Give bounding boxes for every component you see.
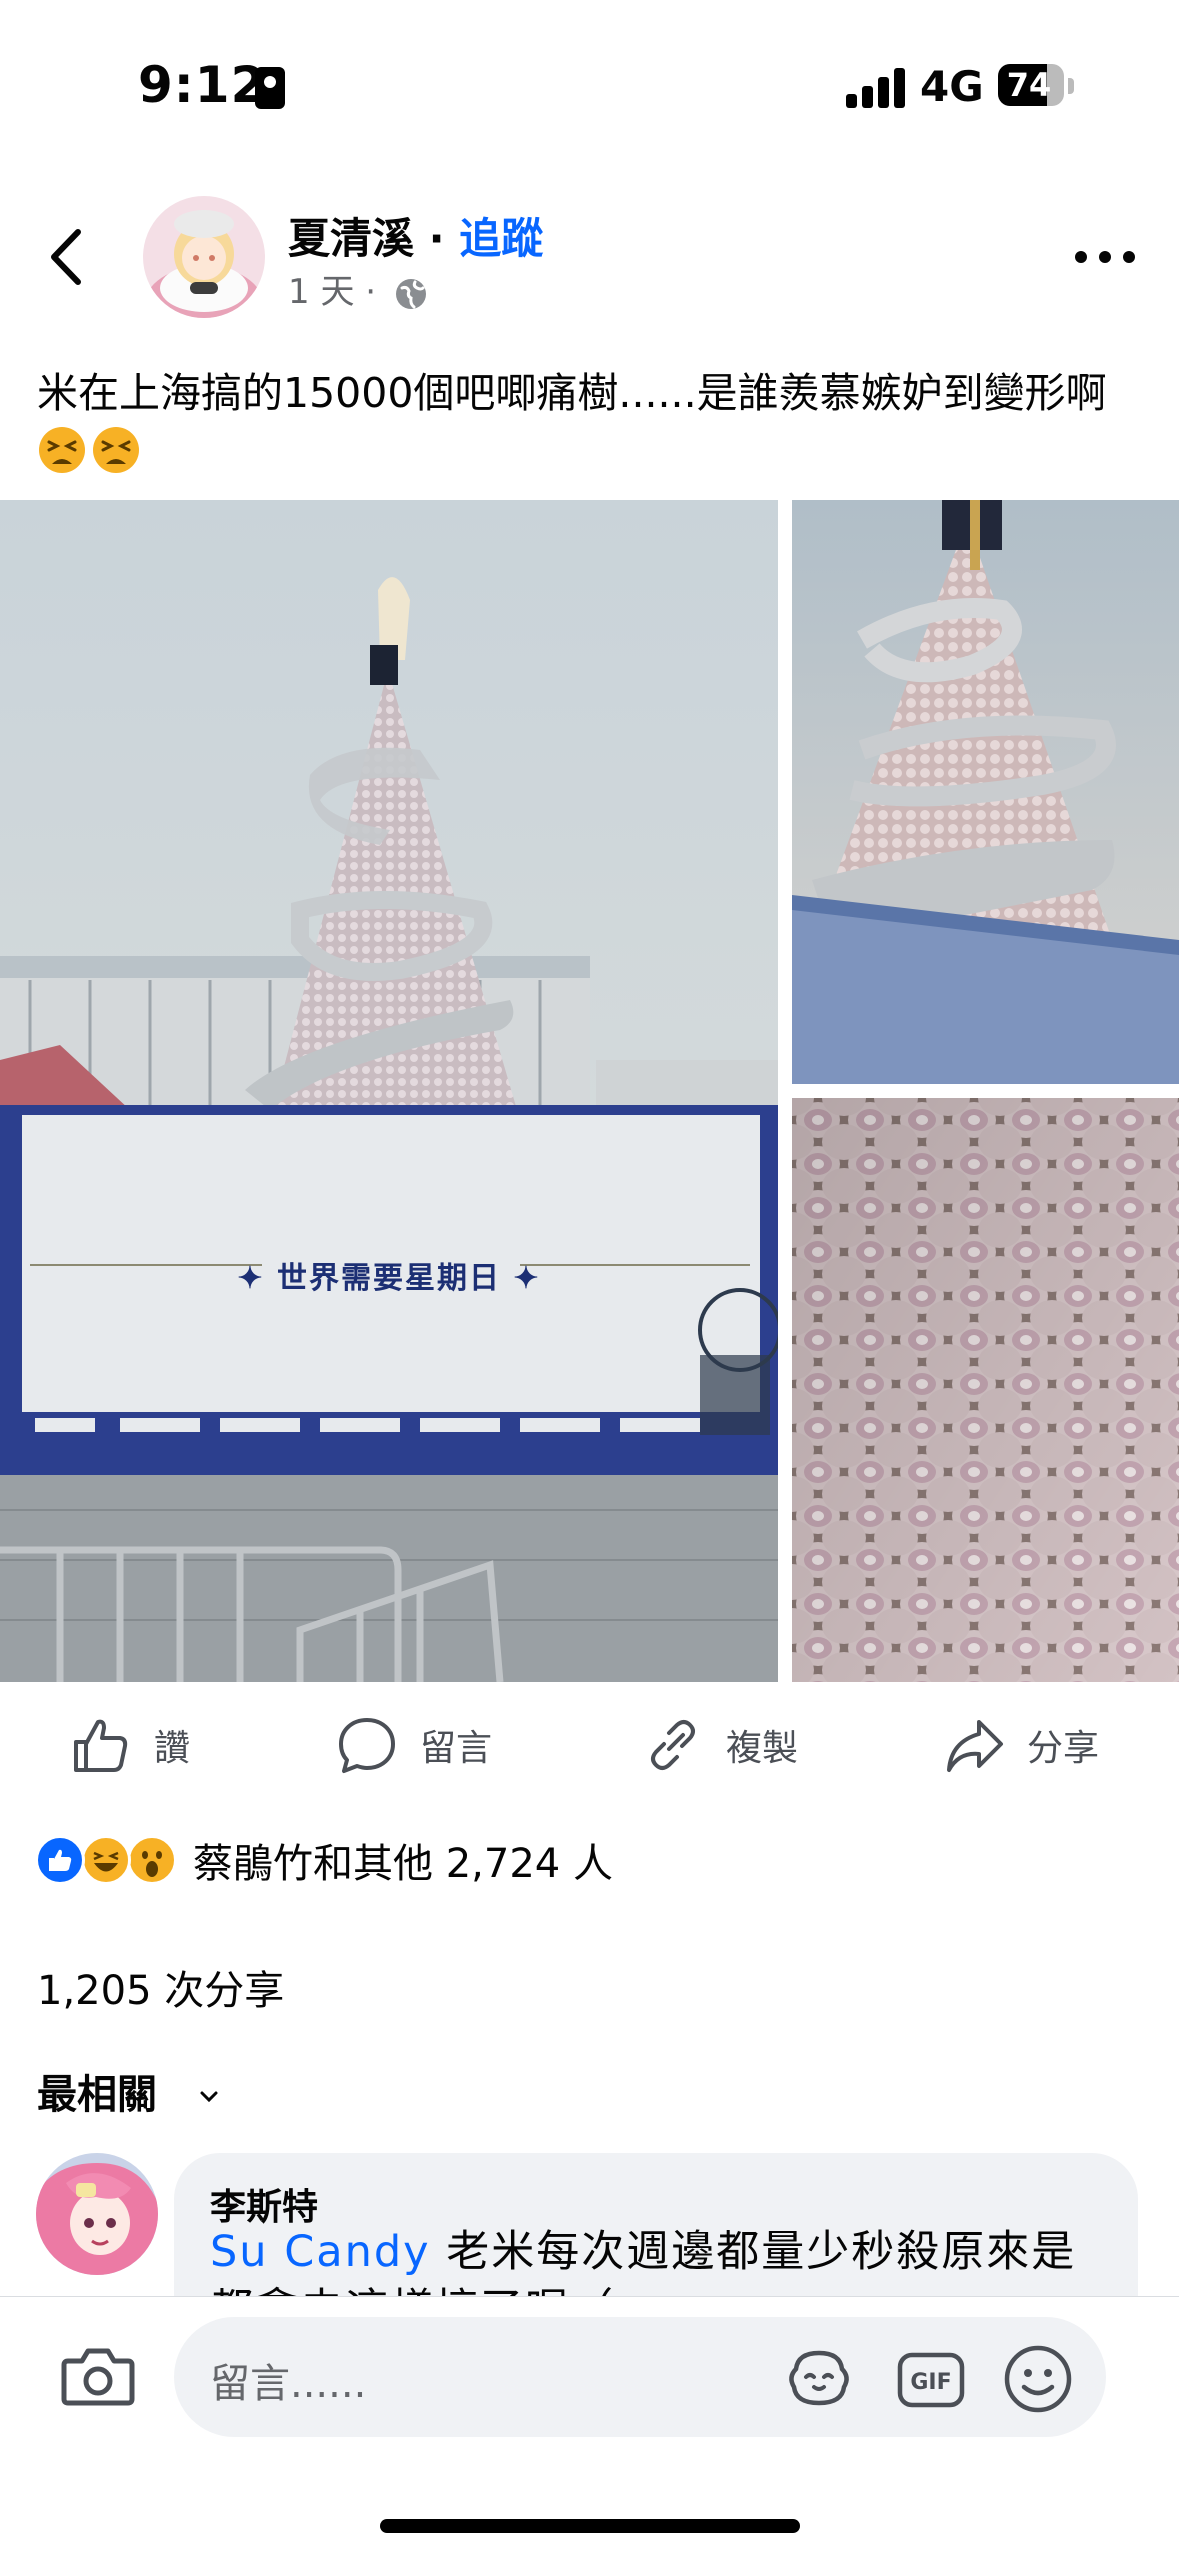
thumbs-up-icon <box>74 1719 128 1772</box>
battery-percent: 74 <box>1006 66 1052 104</box>
photo-grid: ✦ 世界需要星期日 ✦ <box>0 500 1179 1682</box>
author-avatar[interactable] <box>143 196 265 318</box>
reactions-text: 蔡鵑竹和其他 2,724 人 <box>193 1841 613 1887</box>
gif-icon: GIF <box>897 2352 965 2408</box>
battery-nub <box>1068 78 1074 94</box>
share-label: 分享 <box>1027 1728 1100 1769</box>
id-card-icon <box>255 67 285 109</box>
reactions-summary[interactable]: 蔡鵑竹和其他 2,724 人 <box>35 1830 613 1890</box>
like-button[interactable]: 讚 <box>70 1700 190 1790</box>
haha-reaction-icon <box>81 1835 131 1885</box>
like-label: 讚 <box>154 1728 191 1769</box>
status-bar: 9:12 4G 74 <box>0 0 1179 170</box>
comment-button[interactable]: 留言 <box>336 1700 492 1790</box>
signal-strength-icon <box>846 66 906 108</box>
wow-reaction-icon <box>127 1835 177 1885</box>
more-options-button[interactable] <box>1075 236 1137 276</box>
gif-label: GIF <box>910 2370 951 2395</box>
status-time: 9:12 <box>138 56 267 114</box>
copy-label: 複製 <box>726 1728 799 1769</box>
camera-icon <box>61 2348 135 2406</box>
chevron-down-icon <box>200 2091 218 2103</box>
chevron-left-icon <box>51 229 81 285</box>
post-meta: 1 天 · <box>288 264 429 313</box>
post-action-bar: 讚 留言 複製 分享 <box>0 1700 1179 1790</box>
comment-composer: 留言...... GIF <box>0 2296 1179 2556</box>
gif-button[interactable]: GIF <box>896 2351 966 2409</box>
comment-label: 留言 <box>420 1728 493 1769</box>
commenter-avatar[interactable] <box>36 2153 158 2275</box>
copy-link-button[interactable]: 複製 <box>642 1700 798 1790</box>
share-button[interactable]: 分享 <box>943 1700 1099 1790</box>
post-body: 米在上海搞的15000個吧唧痛樹......是誰羨慕嫉妒到變形啊 <box>37 369 1107 417</box>
comment-input[interactable]: 留言...... GIF <box>174 2317 1106 2437</box>
smiley-icon <box>1004 2345 1072 2413</box>
camera-button[interactable] <box>60 2345 136 2407</box>
battery-icon: 74 <box>998 64 1064 106</box>
photo-badges-detail[interactable] <box>792 1098 1179 1682</box>
tired-face-emoji-icon <box>39 427 85 473</box>
globe-icon <box>395 278 426 309</box>
author-name[interactable]: 夏清溪 <box>288 214 414 263</box>
link-icon <box>651 1720 695 1770</box>
avatar-sticker-icon <box>789 2350 849 2406</box>
network-type: 4G <box>920 62 984 111</box>
comment-input-placeholder: 留言...... <box>210 2361 367 2407</box>
comment-bubble-icon <box>339 1718 395 1773</box>
post-time[interactable]: 1 天 · <box>288 272 376 312</box>
tired-face-emoji-icon <box>93 427 139 473</box>
photo-board-text: ✦ 世界需要星期日 ✦ <box>237 1261 541 1296</box>
avatar-sticker-button[interactable] <box>784 2347 854 2409</box>
back-button[interactable] <box>40 222 100 292</box>
comment-mention[interactable]: Su Candy <box>210 2227 431 2277</box>
home-indicator <box>380 2519 800 2533</box>
app-root: 9:12 4G 74 夏清溪 · 追蹤 1 天 · 米在上海搞的15000個吧唧… <box>0 0 1179 2556</box>
share-count[interactable]: 1,205 次分享 <box>37 1958 284 2016</box>
photo-tree-landscape[interactable]: ✦ 世界需要星期日 ✦ <box>0 500 778 1682</box>
photo-tree-closeup[interactable] <box>792 500 1179 1084</box>
author-line: 夏清溪 · 追蹤 <box>288 205 543 266</box>
sort-label: 最相關 <box>37 2072 157 2118</box>
share-arrow-icon <box>947 1720 1003 1772</box>
name-separator: · <box>414 214 460 263</box>
emoji-button[interactable] <box>1002 2343 1074 2415</box>
post-text: 米在上海搞的15000個吧唧痛樹......是誰羨慕嫉妒到變形啊 <box>37 366 1157 475</box>
comment-sort-dropdown[interactable]: 最相關 <box>37 2062 219 2120</box>
like-reaction-icon <box>35 1835 85 1885</box>
follow-button[interactable]: 追蹤 <box>459 214 543 263</box>
